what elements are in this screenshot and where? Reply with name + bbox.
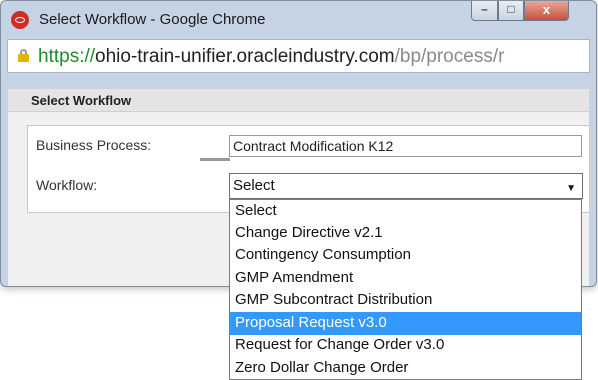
- oracle-logo-icon: [11, 11, 29, 29]
- lock-icon: [18, 49, 29, 62]
- url-path: /bp/process/r: [394, 46, 505, 67]
- maximize-icon: □: [507, 2, 515, 16]
- dropdown-option-zero-dollar-change-order[interactable]: Zero Dollar Change Order: [230, 357, 581, 380]
- dropdown-option-contingency-consumption[interactable]: Contingency Consumption: [230, 244, 581, 267]
- dropdown-option-proposal-request[interactable]: Proposal Request v3.0: [230, 312, 581, 335]
- url-scheme: https://: [38, 46, 96, 67]
- dropdown-option-select[interactable]: Select: [230, 200, 581, 223]
- workflow-dropdown-list[interactable]: Select Change Directive v2.1 Contingency…: [229, 199, 582, 380]
- url-domain: ohio-train-unifier.oracleindustry.com: [95, 46, 395, 67]
- minimize-icon: –: [481, 2, 488, 16]
- dropdown-option-gmp-subcontract-distribution[interactable]: GMP Subcontract Distribution: [230, 289, 581, 312]
- window-title: Select Workflow - Google Chrome: [39, 11, 266, 28]
- section-header: Select Workflow: [8, 89, 589, 112]
- title-bar[interactable]: Select Workflow - Google Chrome – □ x: [1, 1, 596, 39]
- close-button[interactable]: x: [524, 1, 569, 21]
- section-title: Select Workflow: [31, 93, 132, 108]
- business-process-field: Contract Modification K12: [229, 135, 582, 157]
- workflow-label: Workflow:: [36, 177, 98, 193]
- dropdown-option-request-for-change-order[interactable]: Request for Change Order v3.0: [230, 334, 581, 357]
- chevron-down-icon: ▼: [566, 183, 576, 194]
- hidden-button-edge: [200, 158, 230, 161]
- minimize-button[interactable]: –: [471, 1, 498, 21]
- business-process-label: Business Process:: [36, 137, 152, 153]
- dropdown-option-change-directive[interactable]: Change Directive v2.1: [230, 222, 581, 245]
- url-text[interactable]: https://ohio-train-unifier.oracleindustr…: [38, 46, 586, 68]
- dropdown-option-gmp-amendment[interactable]: GMP Amendment: [230, 267, 581, 290]
- address-bar[interactable]: https://ohio-train-unifier.oracleindustr…: [7, 39, 590, 73]
- workflow-select[interactable]: Select ▼: [229, 173, 583, 199]
- maximize-button[interactable]: □: [498, 1, 524, 21]
- workflow-selected-value: Select: [233, 177, 275, 194]
- close-icon: x: [542, 2, 551, 17]
